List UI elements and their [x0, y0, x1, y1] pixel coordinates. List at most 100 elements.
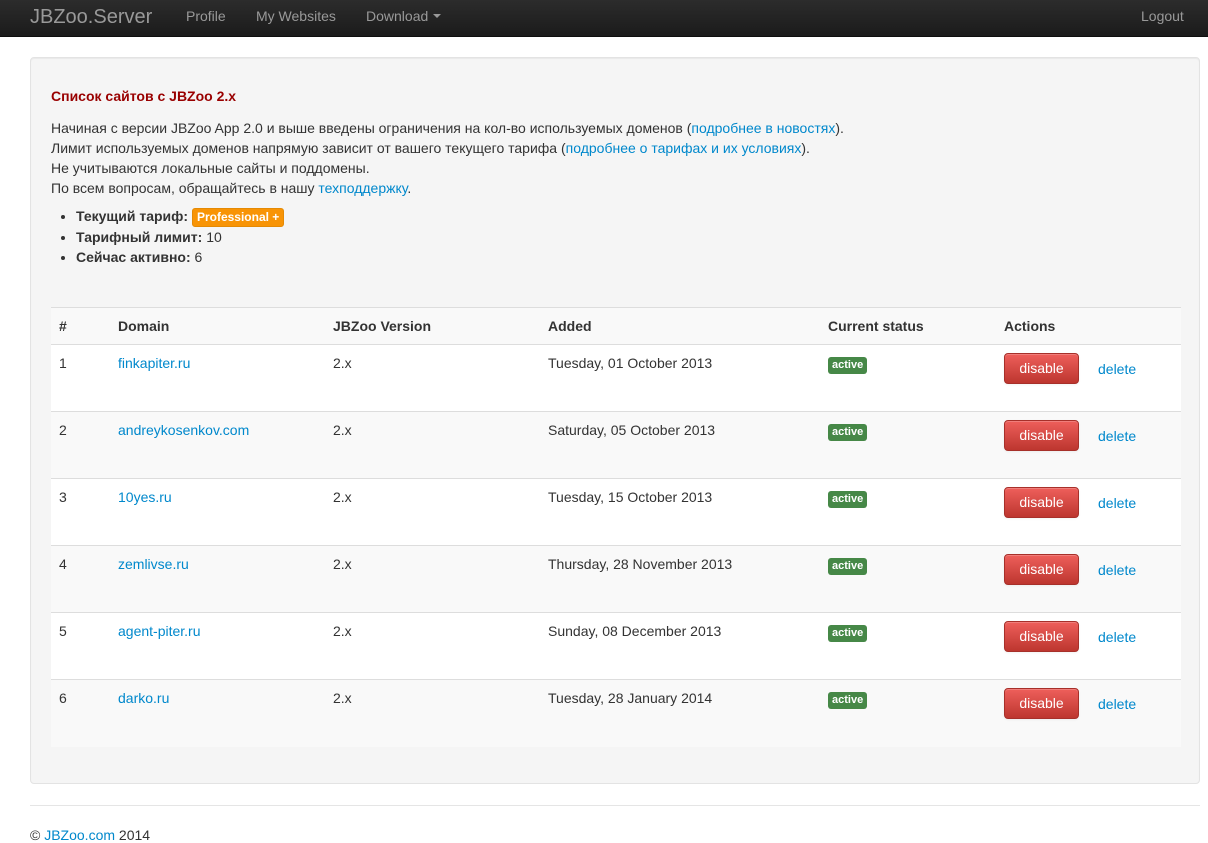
intro-line-3: Не учитываются локальные сайты и поддоме… [51, 160, 370, 176]
row-number: 2 [51, 411, 110, 479]
table-row: 5 agent-piter.ru 2.x Sunday, 08 December… [51, 612, 1181, 680]
tariffs-link[interactable]: подробнее о тарифах и их условиях [566, 140, 802, 156]
row-actions: disable delete [996, 478, 1181, 546]
row-added: Sunday, 08 December 2013 [540, 612, 820, 680]
row-actions: disable delete [996, 612, 1181, 680]
row-version: 2.x [325, 411, 540, 479]
intro-line-1-end: ). [835, 120, 844, 136]
row-status-cell: active [820, 612, 996, 680]
footer-site-link[interactable]: JBZoo.com [44, 827, 115, 843]
brand-logo[interactable]: JBZoo.Server [30, 4, 152, 30]
header-status: Current status [820, 307, 996, 345]
news-link[interactable]: подробнее в новостях [691, 120, 835, 136]
row-domain-cell: agent-piter.ru [110, 612, 325, 680]
row-domain-cell: zemlivse.ru [110, 545, 325, 613]
footer-year: 2014 [118, 827, 151, 843]
disable-button[interactable]: disable [1004, 621, 1079, 652]
header-domain: Domain [110, 307, 325, 345]
tariff-active-value: 6 [194, 249, 203, 265]
delete-link[interactable]: delete [1098, 694, 1136, 714]
tariff-active-item: Сейчас активно: 6 [76, 247, 284, 267]
domain-link[interactable]: agent-piter.ru [118, 623, 201, 639]
row-domain-cell: finkapiter.ru [110, 344, 325, 412]
intro-line-2: Лимит используемых доменов напрямую зави… [51, 138, 1171, 158]
plan-badge: Professional + [191, 208, 285, 227]
intro-line-4: По всем вопросам, обращайтесь в нашу тех… [51, 178, 1171, 198]
row-number: 1 [51, 344, 110, 412]
top-navbar: JBZoo.Server Profile My Websites Downloa… [0, 0, 1208, 37]
row-number: 3 [51, 478, 110, 546]
row-number: 6 [51, 679, 110, 747]
header-actions: Actions [996, 307, 1181, 345]
row-status-cell: active [820, 344, 996, 412]
table-row: 4 zemlivse.ru 2.x Thursday, 28 November … [51, 545, 1181, 613]
tariff-active-label: Сейчас активно: [76, 249, 191, 265]
table-row: 3 10yes.ru 2.x Tuesday, 15 October 2013 … [51, 478, 1181, 546]
tariff-plan-item: Текущий тариф: Professional + [76, 206, 285, 227]
disable-button[interactable]: disable [1004, 487, 1079, 518]
status-badge: active [828, 692, 868, 709]
row-status-cell: active [820, 679, 996, 747]
table-header-row: # Domain JBZoo Version Added Current sta… [51, 307, 1181, 345]
row-version: 2.x [325, 478, 540, 546]
domain-link[interactable]: darko.ru [118, 690, 169, 706]
intro-line-1-text: Начиная с версии JBZoo App 2.0 и выше вв… [51, 120, 692, 136]
row-added: Thursday, 28 November 2013 [540, 545, 820, 613]
row-status-cell: active [820, 478, 996, 546]
status-badge: active [828, 424, 868, 441]
delete-link[interactable]: delete [1098, 493, 1136, 513]
domain-link[interactable]: andreykosenkov.com [118, 422, 249, 438]
delete-link[interactable]: delete [1098, 627, 1136, 647]
nav-download-dropdown[interactable]: Download [366, 0, 442, 37]
row-version: 2.x [325, 612, 540, 680]
tariff-limit-item: Тарифный лимит: 10 [76, 227, 284, 247]
domain-link[interactable]: 10yes.ru [118, 489, 172, 505]
row-actions: disable delete [996, 344, 1181, 412]
row-version: 2.x [325, 545, 540, 613]
status-badge: active [828, 558, 868, 575]
row-number: 4 [51, 545, 110, 613]
intro-text: Начиная с версии JBZoo App 2.0 и выше вв… [51, 118, 1171, 198]
intro-line-2-end: ). [801, 140, 810, 156]
intro-line-1: Начиная с версии JBZoo App 2.0 и выше вв… [51, 118, 1171, 138]
footer-divider [30, 805, 1200, 806]
row-domain-cell: 10yes.ru [110, 478, 325, 546]
delete-link[interactable]: delete [1098, 426, 1136, 446]
status-badge: active [828, 625, 868, 642]
table-row: 2 andreykosenkov.com 2.x Saturday, 05 Oc… [51, 411, 1181, 479]
nav-my-websites[interactable]: My Websites [256, 0, 336, 37]
row-actions: disable delete [996, 411, 1181, 479]
row-domain-cell: andreykosenkov.com [110, 411, 325, 479]
disable-button[interactable]: disable [1004, 353, 1079, 384]
disable-button[interactable]: disable [1004, 420, 1079, 451]
header-added: Added [540, 307, 820, 345]
nav-download-label: Download [366, 8, 429, 24]
nav-profile[interactable]: Profile [186, 0, 226, 37]
disable-button[interactable]: disable [1004, 688, 1079, 719]
domain-link[interactable]: zemlivse.ru [118, 556, 189, 572]
row-status-cell: active [820, 545, 996, 613]
row-version: 2.x [325, 344, 540, 412]
intro-line-2-text: Лимит используемых доменов напрямую зави… [51, 140, 566, 156]
header-version: JBZoo Version [325, 307, 540, 345]
websites-table: # Domain JBZoo Version Added Current sta… [51, 307, 1181, 747]
chevron-down-icon [433, 14, 442, 19]
tariff-plan-label: Текущий тариф: [76, 208, 189, 224]
delete-link[interactable]: delete [1098, 560, 1136, 580]
tariff-info-list: Текущий тариф: Professional + Тарифный л… [51, 206, 285, 267]
tariff-limit-label: Тарифный лимит: [76, 229, 203, 245]
delete-link[interactable]: delete [1098, 359, 1136, 379]
status-badge: active [828, 357, 868, 374]
row-added: Tuesday, 15 October 2013 [540, 478, 820, 546]
domain-link[interactable]: finkapiter.ru [118, 355, 190, 371]
page-title: Список сайтов с JBZoo 2.x [51, 88, 237, 104]
intro-line-4-text: По всем вопросам, обращайтесь в нашу [51, 180, 319, 196]
main-panel: Список сайтов с JBZoo 2.x Начиная с верс… [30, 57, 1200, 784]
row-domain-cell: darko.ru [110, 679, 325, 747]
row-version: 2.x [325, 679, 540, 747]
row-added: Saturday, 05 October 2013 [540, 411, 820, 479]
support-link[interactable]: техподдержку [318, 180, 407, 196]
row-added: Tuesday, 01 October 2013 [540, 344, 820, 412]
disable-button[interactable]: disable [1004, 554, 1079, 585]
logout-link[interactable]: Logout [1141, 0, 1184, 37]
